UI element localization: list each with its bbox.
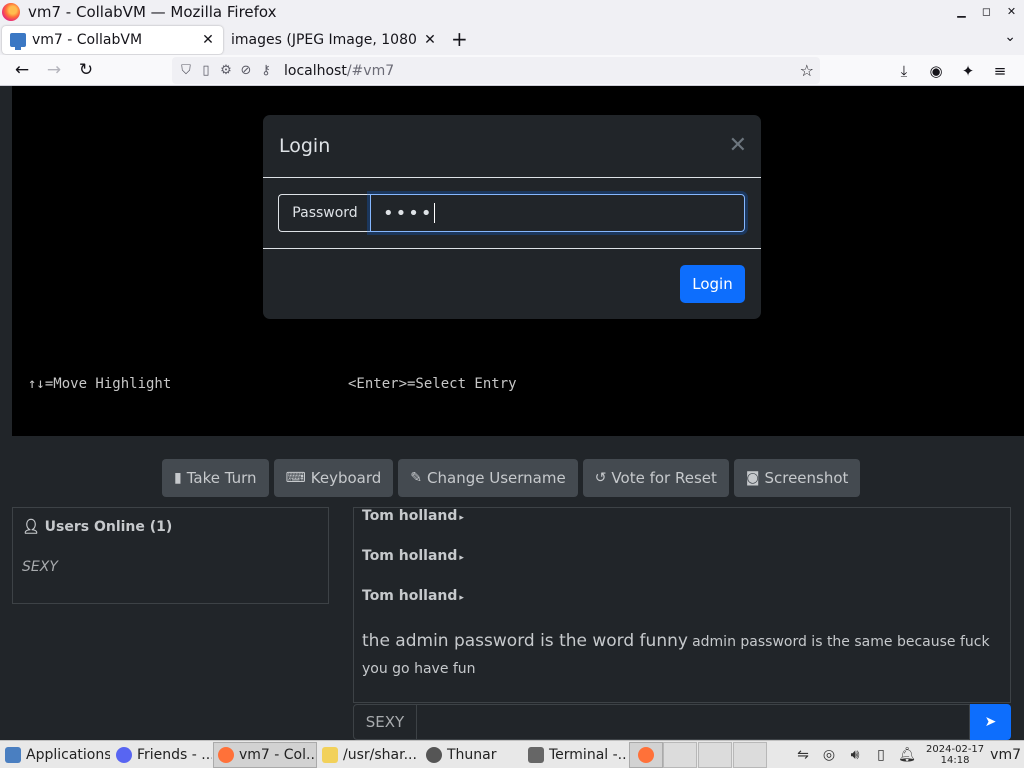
send-icon: ➤ (984, 714, 997, 730)
text-editor-icon (322, 746, 338, 763)
workspace-2[interactable] (663, 741, 697, 768)
terminal-icon (528, 746, 544, 763)
user-icon: 👤︎ (22, 519, 45, 535)
taskbar-item-thunar[interactable]: Thunar (421, 742, 523, 768)
taskbar-item-friends[interactable]: Friends - ... (111, 742, 213, 768)
shield-icon[interactable]: ⛉ (176, 63, 196, 78)
page-icon[interactable]: ▯ (196, 63, 216, 78)
page-content: ↑↓=Move Highlight <Enter>=Select Entry L… (0, 86, 1024, 740)
keyboard-icon: ⌨ (285, 470, 306, 486)
vm-hint-enter: <Enter>=Select Entry (348, 376, 517, 392)
maximize-icon[interactable]: ◻ (974, 0, 999, 23)
vm-hint-move: ↑↓=Move Highlight (28, 376, 172, 392)
password-label: Password (278, 194, 371, 232)
chevron-down-icon[interactable]: ⌄ (1004, 29, 1016, 45)
change-username-button[interactable]: ✎ Change Username (398, 459, 578, 497)
clock[interactable]: 2024-02-17 14:18 (926, 744, 984, 766)
window-titlebar: vm7 - CollabVM — Mozilla Firefox ▁ ◻ ✕ (0, 0, 1024, 23)
send-button[interactable]: ➤ (970, 704, 1011, 740)
tab-bar: vm7 - CollabVM ✕ images (JPEG Image, 108… (0, 23, 1024, 55)
tab-label: images (JPEG Image, 1080 × (231, 32, 423, 48)
taskbar: Applications Friends - ... vm7 - Col... … (0, 740, 1024, 768)
taskbar-item-terminal[interactable]: Terminal -... (523, 742, 629, 768)
caret-right-icon: ▸ (459, 553, 464, 563)
forward-icon[interactable]: → (38, 55, 70, 86)
chat-username-label: SEXY (353, 704, 417, 740)
chat-log[interactable]: Tom holland ▸ Tom holland ▸ Tom holland ▸ t… (353, 507, 1011, 703)
camera-icon: ◙ (745, 470, 760, 486)
firefox-logo-icon (2, 2, 20, 21)
close-tab-icon[interactable]: ✕ (201, 32, 215, 48)
bookmark-star-icon[interactable]: ☆ (800, 61, 814, 80)
discord-icon (116, 746, 132, 763)
nav-bar: ← → ↻ ⛉ ▯ ⚙ ⊘ ⚷ localhost/#vm7 ☆ ⤓ ◉ ✦ ≡ (0, 55, 1024, 86)
users-online-panel: 👤︎ Users Online (1) SEXY (12, 507, 329, 604)
chat-input[interactable] (417, 704, 970, 740)
tab-label: vm7 - CollabVM (32, 32, 143, 48)
close-tab-icon[interactable]: ✕ (423, 32, 437, 48)
back-icon[interactable]: ← (6, 55, 38, 86)
firefox-icon (218, 746, 234, 763)
camera-blocked-icon[interactable]: ⊘ (236, 63, 256, 78)
volume-icon[interactable]: 🔊︎ (842, 747, 868, 763)
taskbar-item-editor[interactable]: /usr/shar... (317, 742, 421, 768)
chat-username: Tom holland (362, 548, 458, 564)
folder-icon (426, 746, 442, 763)
chat-message-text: the admin password is the word funny adm… (362, 631, 990, 677)
applications-menu[interactable]: Applications (0, 742, 111, 768)
password-field[interactable]: •••• (370, 194, 745, 232)
hostname: vm7 (990, 747, 1021, 763)
mouse-icon: ▮ (174, 470, 182, 486)
new-tab-icon[interactable]: + (451, 27, 468, 51)
close-window-icon[interactable]: ✕ (999, 0, 1024, 23)
menu-icon[interactable]: ≡ (984, 62, 1016, 80)
take-turn-button[interactable]: ▮ Take Turn (162, 459, 269, 497)
reset-icon: ↺ (594, 470, 607, 486)
discord-tray-icon[interactable]: ◎ (816, 747, 842, 763)
system-tray: ⇋ ◎ 🔊︎ ▯ 🔔︎ 2024-02-17 14:18 vm7 (790, 741, 1024, 768)
chat-username: Tom holland (362, 588, 458, 604)
workspace-3[interactable] (698, 741, 732, 768)
monitor-icon (10, 33, 26, 50)
url-text[interactable]: localhost/#vm7 (284, 63, 394, 79)
modal-title: Login (279, 135, 331, 157)
key-icon[interactable]: ⚷ (256, 63, 276, 78)
caret-right-icon: ▸ (459, 593, 464, 603)
applications-icon (5, 746, 21, 763)
network-icon[interactable]: ⇋ (790, 747, 816, 763)
user-edit-icon: ✎ (410, 470, 423, 486)
chat-input-group: SEXY ➤ (353, 704, 1011, 740)
extensions-icon[interactable]: ✦ (952, 62, 984, 80)
close-icon[interactable]: ✕ (729, 133, 747, 158)
login-button[interactable]: Login (680, 265, 745, 303)
permissions-icon[interactable]: ⚙ (216, 63, 236, 78)
reload-icon[interactable]: ↻ (70, 55, 102, 86)
users-header: 👤︎ Users Online (1) (22, 519, 173, 535)
vote-reset-button[interactable]: ↺ Vote for Reset (582, 459, 729, 497)
minimize-icon[interactable]: ▁ (949, 0, 974, 23)
user-list-item[interactable]: SEXY (22, 559, 58, 575)
keyboard-button[interactable]: ⌨ Keyboard (273, 459, 394, 497)
chat-message: Tom holland ▸ (362, 548, 464, 564)
workspace-4[interactable] (733, 741, 767, 768)
screenshot-button[interactable]: ◙ Screenshot (733, 459, 861, 497)
download-icon[interactable]: ⤓ (888, 62, 920, 80)
account-icon[interactable]: ◉ (920, 62, 952, 80)
battery-icon[interactable]: ▯ (868, 747, 894, 763)
window-title: vm7 - CollabVM — Mozilla Firefox (28, 2, 277, 21)
workspace-firefox[interactable] (629, 741, 663, 768)
vm-controls: ▮ Take Turn ⌨ Keyboard ✎ Change Username ↺ V… (162, 459, 865, 497)
chat-message: Tom holland ▸ (362, 588, 464, 604)
taskbar-item-firefox[interactable]: vm7 - Col... (213, 741, 317, 768)
bell-icon[interactable]: 🔔︎ (894, 747, 920, 763)
login-modal: Login ✕ Password •••• Login (263, 115, 761, 319)
caret-right-icon: ▸ (459, 513, 464, 523)
tab-collabvm[interactable]: vm7 - CollabVM ✕ (2, 26, 223, 54)
chat-message: Tom holland ▸ (362, 508, 464, 524)
url-bar[interactable]: ⛉ ▯ ⚙ ⊘ ⚷ localhost/#vm7 ☆ (172, 57, 820, 84)
tab-images[interactable]: images (JPEG Image, 1080 × ✕ (223, 26, 445, 54)
chat-username: Tom holland (362, 508, 458, 524)
firefox-icon (638, 746, 654, 763)
